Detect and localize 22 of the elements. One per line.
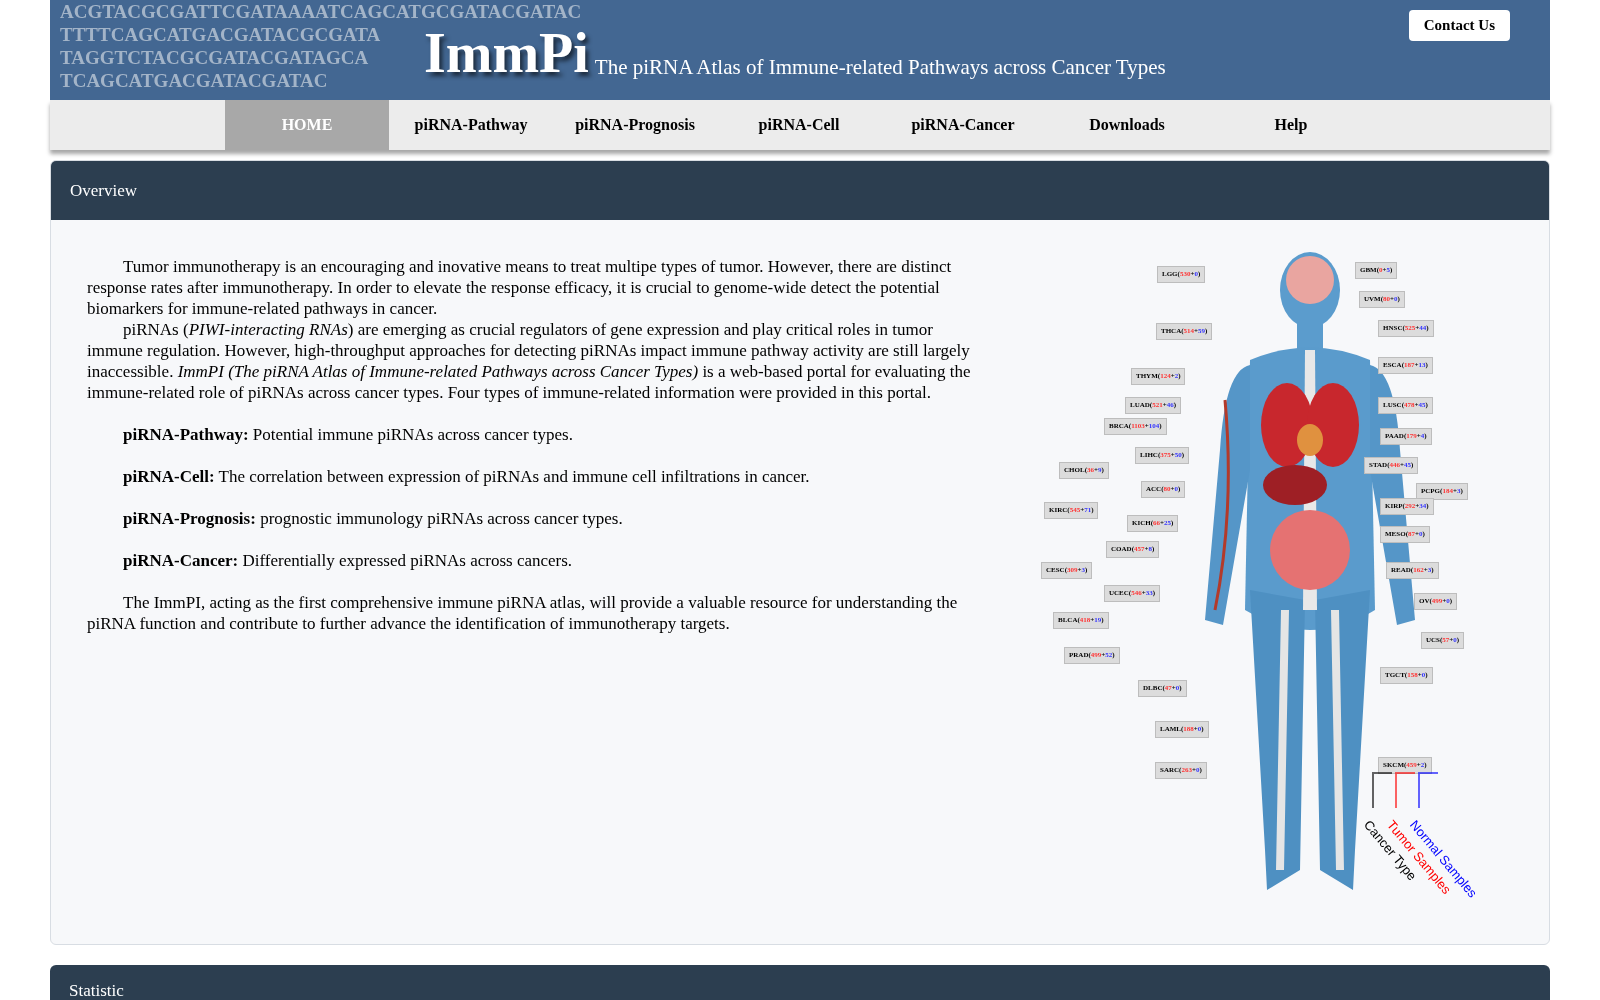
nav-tab[interactable]: piRNA-Cancer bbox=[881, 100, 1045, 150]
dna-sequence: ACGTACGCGATTCGATAAAATCAGCATGCGATACGATAC bbox=[60, 0, 582, 23]
nav-tab[interactable]: piRNA-Pathway bbox=[389, 100, 553, 150]
panel-title: Overview bbox=[70, 179, 138, 202]
feature-description: piRNA-Pathway: Potential immune piRNAs across cancer types. bbox=[122, 424, 574, 445]
closing-paragraph: The ImmPI, acting as the first comprehensive immune piRNA atlas, will provide a valuable resource for understanding the piRNA function and contribute to further advance the identification of immunotherapy targets. bbox=[87, 592, 959, 634]
nav-tab[interactable]: piRNA-Cell bbox=[717, 100, 881, 150]
nav-tab[interactable]: Help bbox=[1209, 100, 1373, 150]
dna-sequence: TTTTCAGCATGACGATACGCGATA bbox=[60, 23, 381, 46]
site-logo[interactable]: ImmPi bbox=[424, 22, 589, 84]
nav-tab[interactable]: piRNA-Prognosis bbox=[553, 100, 717, 150]
intro-paragraph: piRNAs (PIWI-interacting RNAs) are emerging as crucial regulators of gene expression and play critical roles in tumor immune regulation. However, high-throughput approaches for detecting piRNAs impact immune pathway activity are still largely inaccessible. ImmPI (The piRNA Atlas of Immune-related Pathways across Cancer Types) is a web-based portal for evaluating the immune-related role of piRNAs across cancer types. Four types of immune-related information were provided in this portal. bbox=[87, 319, 972, 403]
dna-sequence: TAGGTCTACGCGATACGATAGCA bbox=[60, 46, 369, 69]
intro-paragraph: Tumor immunotherapy is an encouraging and inovative means to treat multipe types of tumor. However, there are distinct response rates after immunotherapy. In order to elevate the response efficacy, it is crucial to genome-wide detect the potential biomarkers for immune-related pathways in cancer. bbox=[87, 256, 953, 319]
nav-tab[interactable]: Downloads bbox=[1045, 100, 1209, 150]
dna-sequence: TCAGCATGACGATACGATAC bbox=[60, 69, 328, 92]
feature-description: piRNA-Cancer: Differentially expressed piRNAs across cancers. bbox=[122, 550, 574, 571]
feature-description: piRNA-Prognosis: prognostic immunology piRNAs across cancer types. bbox=[122, 508, 624, 529]
panel-title: Statistic bbox=[69, 982, 124, 999]
feature-description: piRNA-Cell: The correlation between expression of piRNAs and immune cell infiltrations in cancer. bbox=[122, 466, 811, 487]
contact-button[interactable]: Contact Us bbox=[1408, 10, 1510, 41]
site-subtitle: The piRNA Atlas of Immune-related Pathways across Cancer Types bbox=[594, 54, 1166, 81]
